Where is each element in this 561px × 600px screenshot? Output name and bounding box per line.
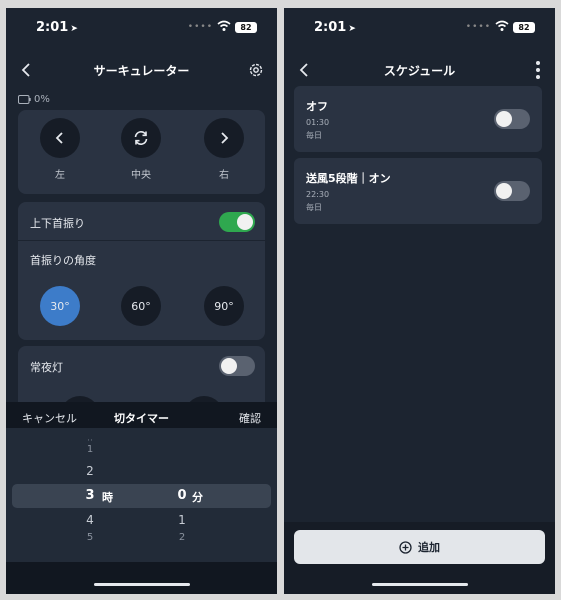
- hour-option[interactable]: 1: [80, 444, 100, 455]
- schedule-days: 毎日: [306, 131, 322, 140]
- night-light-label: 常夜灯: [30, 361, 63, 374]
- minute-option[interactable]: 2: [172, 532, 192, 543]
- direction-center-button[interactable]: [121, 118, 161, 158]
- swing-label: 上下首振り: [30, 217, 85, 230]
- circulator-screen: 2:01 ➤ •••• 82 サーキュレーター 0% 左 中央 右 上下首振り 首…: [6, 8, 277, 594]
- chevron-right-icon: [221, 132, 229, 144]
- hour-option[interactable]: 5: [80, 532, 100, 543]
- rotate-icon: [134, 131, 148, 145]
- direction-left-button[interactable]: [40, 118, 80, 158]
- signal-icon: ••••: [187, 22, 213, 32]
- navigation-bar: サーキュレーター: [6, 48, 277, 92]
- more-vertical-icon[interactable]: [535, 60, 541, 80]
- toggle-knob: [221, 358, 237, 374]
- hour-selected[interactable]: 3: [80, 488, 100, 503]
- add-schedule-button[interactable]: 追加: [294, 530, 545, 564]
- minute-selected[interactable]: 0: [172, 488, 192, 503]
- swing-card: 上下首振り 首振りの角度 30° 60° 90°: [18, 202, 265, 340]
- angle-60-button[interactable]: 60°: [121, 286, 161, 326]
- hour-option[interactable]: 4: [80, 513, 100, 527]
- schedule-toggle[interactable]: [494, 109, 530, 129]
- timer-title: 切タイマー: [114, 412, 169, 425]
- direction-card: 左 中央 右: [18, 110, 265, 194]
- direction-right-button[interactable]: [204, 118, 244, 158]
- battery-indicator: 82: [513, 22, 535, 33]
- schedule-title: オフ: [306, 100, 328, 113]
- schedule-item[interactable]: 送風5段階｜オン 22:30 毎日: [294, 158, 542, 224]
- direction-left-label: 左: [55, 170, 65, 181]
- gear-icon[interactable]: [247, 61, 265, 79]
- home-indicator: [371, 583, 468, 586]
- direction-right-label: 右: [219, 170, 229, 181]
- toggle-knob: [496, 111, 512, 127]
- status-bar: 2:01 ➤ •••• 82: [284, 8, 555, 48]
- home-indicator: [93, 583, 190, 586]
- add-label: 追加: [418, 541, 440, 554]
- direction-center-label: 中央: [131, 170, 151, 181]
- battery-percent: 0%: [34, 94, 50, 105]
- battery-icon: [18, 95, 31, 104]
- schedule-screen: 2:01 ➤ •••• 82 スケジュール オフ 01:30 毎日 送風5段階｜オ…: [284, 8, 555, 594]
- status-bar: 2:01 ➤ •••• 82: [6, 8, 277, 48]
- schedule-item[interactable]: オフ 01:30 毎日: [294, 86, 542, 152]
- wifi-icon: [495, 20, 509, 31]
- schedule-title: 送風5段階｜オン: [306, 172, 391, 185]
- signal-icon: ••••: [465, 22, 491, 32]
- chevron-left-icon: [55, 132, 63, 144]
- hour-option[interactable]: 2: [80, 464, 100, 478]
- time-picker[interactable]: ·· 1 2 3 時 4 5 0 分 1 2: [6, 428, 277, 562]
- night-light-toggle[interactable]: [219, 356, 255, 376]
- bottom-action-area: 追加: [284, 522, 555, 594]
- page-title: サーキュレーター: [93, 64, 190, 78]
- plus-circle-icon: [399, 540, 412, 554]
- timer-sheet: キャンセル 切タイマー 確認 ·· 1 2 3 時 4 5 0 分 1 2: [6, 402, 277, 594]
- wifi-icon: [217, 20, 231, 31]
- toggle-knob: [496, 183, 512, 199]
- minute-option[interactable]: 1: [172, 513, 192, 527]
- status-time: 2:01 ➤: [36, 20, 78, 35]
- divider: [18, 240, 265, 241]
- swing-toggle[interactable]: [219, 212, 255, 232]
- angle-30-button[interactable]: 30°: [40, 286, 80, 326]
- confirm-button[interactable]: 確認: [239, 410, 261, 426]
- minute-unit: 分: [192, 491, 203, 504]
- picker-selection-highlight: [12, 484, 271, 508]
- hour-unit: 時: [102, 491, 113, 504]
- schedule-time: 01:30: [306, 118, 330, 127]
- toggle-knob: [237, 214, 253, 230]
- schedule-days: 毎日: [306, 203, 322, 212]
- schedule-toggle[interactable]: [494, 181, 530, 201]
- battery-indicator: 82: [235, 22, 257, 33]
- status-time: 2:01 ➤: [314, 20, 356, 35]
- swing-angle-label: 首振りの角度: [30, 254, 96, 267]
- page-title: スケジュール: [383, 64, 456, 78]
- schedule-time: 22:30: [306, 190, 330, 199]
- angle-90-button[interactable]: 90°: [204, 286, 244, 326]
- battery-level: 0%: [18, 94, 50, 105]
